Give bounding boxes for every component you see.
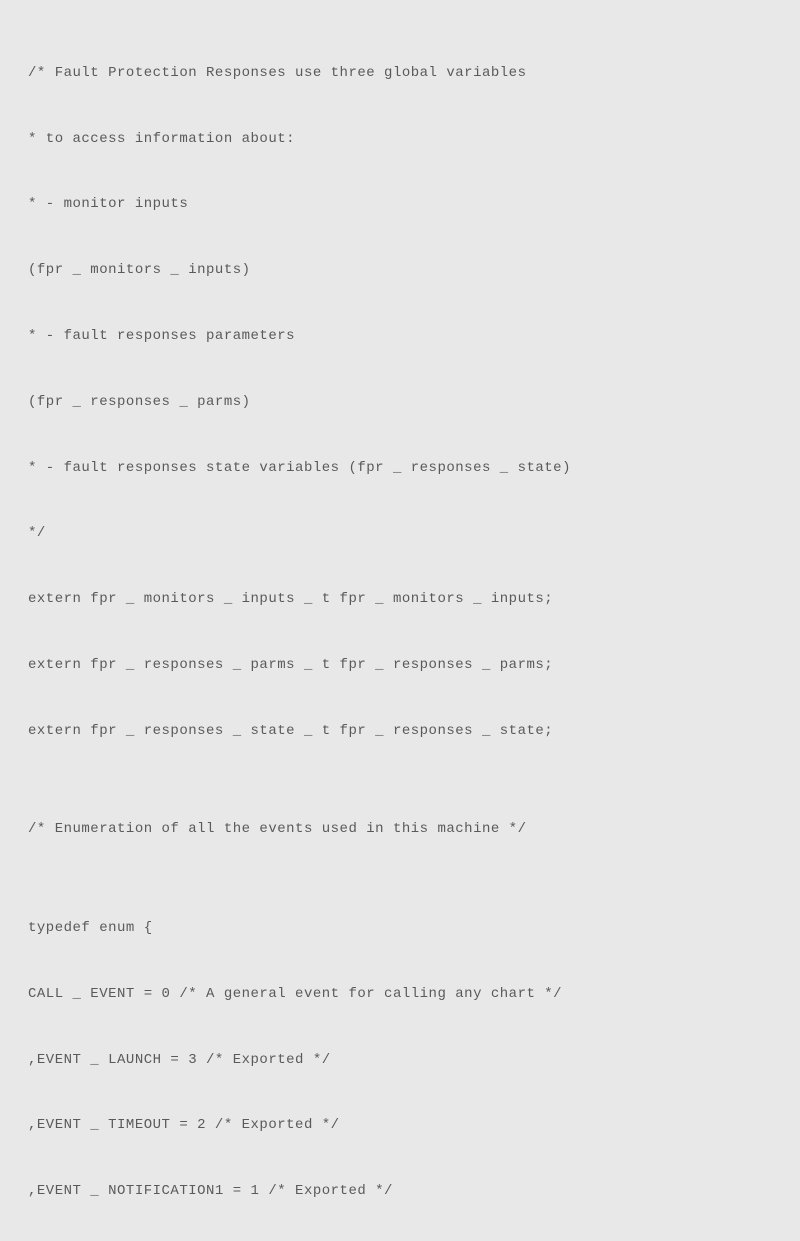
code-block: /* Fault Protection Responses use three … [28,24,772,1241]
code-line: extern fpr _ responses _ state _ t fpr _… [28,715,772,748]
code-line: extern fpr _ monitors _ inputs _ t fpr _… [28,583,772,616]
code-line: extern fpr _ responses _ parms _ t fpr _… [28,649,772,682]
code-line: ,EVENT _ LAUNCH = 3 /* Exported */ [28,1044,772,1077]
code-line: * to access information about: [28,123,772,156]
code-line: */ [28,517,772,550]
code-line: ,EVENT _ TIMEOUT = 2 /* Exported */ [28,1109,772,1142]
code-line: typedef enum { [28,912,772,945]
code-line: * - monitor inputs [28,188,772,221]
code-line: * - fault responses parameters [28,320,772,353]
code-line: CALL _ EVENT = 0 /* A general event for … [28,978,772,1011]
code-line: /* Fault Protection Responses use three … [28,57,772,90]
code-line: * - fault responses state variables (fpr… [28,452,772,485]
code-line: (fpr _ responses _ parms) [28,386,772,419]
code-line: ,EVENT _ NOTIFICATION1 = 1 /* Exported *… [28,1175,772,1208]
code-line: (fpr _ monitors _ inputs) [28,254,772,287]
code-line: /* Enumeration of all the events used in… [28,813,772,846]
